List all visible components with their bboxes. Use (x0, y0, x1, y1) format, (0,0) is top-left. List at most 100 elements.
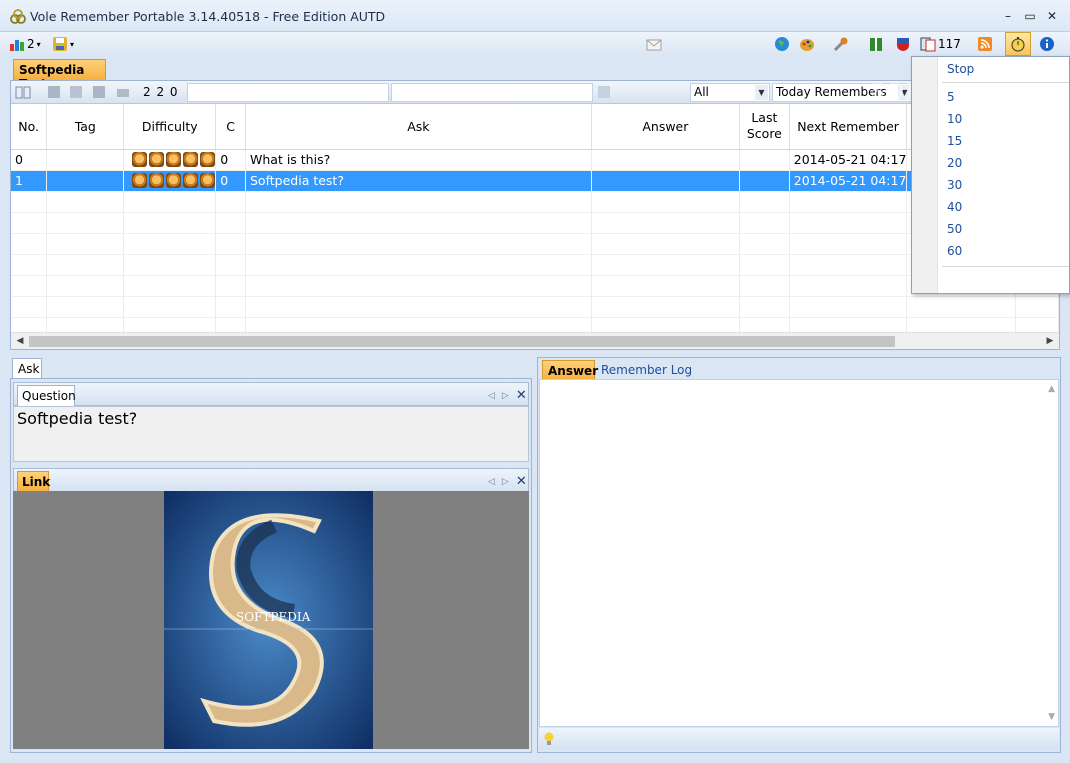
shield-icon[interactable] (895, 36, 911, 52)
col-header-c[interactable]: C (215, 104, 246, 150)
col-header-last-score[interactable]: Last Score (739, 104, 790, 150)
scroll-right-icon[interactable]: ▶ (1043, 334, 1057, 348)
cell-answer (591, 170, 741, 192)
prev-icon[interactable]: ◁ (488, 477, 495, 487)
add-card-icon[interactable] (46, 84, 62, 100)
menu-item-30[interactable]: 30 (947, 178, 962, 192)
empty-row (11, 317, 1059, 332)
prev-icon[interactable]: ◁ (488, 391, 495, 401)
mail-icon[interactable] (646, 36, 662, 52)
question-header: ◁ ▷ ✕ (13, 382, 529, 406)
timer-button[interactable] (1005, 32, 1031, 56)
tab-link[interactable]: Link (17, 471, 50, 491)
menu-item-60[interactable]: 60 (947, 244, 962, 258)
maximize-button[interactable]: ▭ (1022, 8, 1038, 24)
tools-icon[interactable] (833, 36, 849, 52)
scroll-down-icon[interactable]: ▼ (1048, 712, 1055, 722)
window-title: Vole Remember Portable 3.14.40518 - Free… (30, 9, 386, 24)
info-icon[interactable] (1039, 36, 1055, 52)
cell-no: 1 (11, 170, 48, 192)
delete-card-icon[interactable] (91, 84, 107, 100)
table-row-selected[interactable]: 1 0 Softpedia test? 2014-05-21 04:17 (11, 170, 1059, 192)
menu-item-50[interactable]: 50 (947, 222, 962, 236)
col-header-answer[interactable]: Answer (591, 104, 741, 150)
answer-textarea[interactable]: ▲ ▼ (539, 379, 1059, 727)
table-row[interactable]: 0 0 What is this? 2014-05-21 04:17 (11, 149, 1059, 171)
search-input-2[interactable] (391, 83, 593, 102)
filter-select-value: All (694, 85, 709, 99)
lightbulb-icon[interactable] (543, 732, 555, 746)
cards-icon (920, 37, 936, 52)
cell-c: 0 (215, 170, 246, 192)
tab-softpedia-test[interactable]: Softpedia Test (13, 59, 106, 91)
tiger-icon (149, 173, 165, 188)
scrollbar-thumb[interactable] (29, 336, 895, 347)
scroll-up-icon[interactable]: ▲ (1048, 384, 1055, 394)
empty-row (11, 275, 1059, 297)
book-open-icon[interactable] (15, 84, 31, 100)
stats-count: 2 (27, 37, 35, 51)
cell-next-remember: 2014-05-21 04:17 (789, 170, 908, 192)
chevron-down-icon: ▾ (36, 39, 41, 49)
horizontal-scrollbar[interactable]: ◀ ▶ (11, 332, 1059, 349)
notifications-button[interactable]: 117 (920, 35, 961, 53)
filter-icon[interactable] (596, 84, 612, 100)
scroll-left-icon[interactable]: ◀ (13, 334, 27, 348)
cards-grid: No. Tag Difficulty C Ask Answer Last Sco… (11, 104, 1059, 332)
col-header-no[interactable]: No. (11, 104, 48, 150)
close-icon[interactable]: ✕ (516, 388, 527, 403)
book-icon[interactable] (868, 36, 884, 52)
cell-difficulty (123, 170, 217, 192)
tiger-icon (200, 173, 215, 188)
menu-item-10[interactable]: 10 (947, 112, 962, 126)
cell-tag (46, 170, 125, 192)
cell-c: 0 (215, 149, 246, 171)
menu-item-stop[interactable]: Stop (947, 62, 974, 76)
globe-icon[interactable] (774, 36, 790, 52)
palette-icon[interactable] (799, 36, 815, 52)
tab-question[interactable]: Question (17, 385, 76, 406)
save-menu-button[interactable]: ▾ (52, 35, 74, 53)
question-text: Softpedia test? (13, 406, 529, 462)
tab-remember-log[interactable]: Remember Log (601, 363, 692, 377)
menu-separator (942, 82, 1069, 83)
tiger-icon (149, 152, 165, 167)
edit-card-icon[interactable] (68, 84, 84, 100)
cell-ask: What is this? (245, 149, 592, 171)
col-header-ask[interactable]: Ask (245, 104, 592, 150)
tab-answer[interactable]: Answer (542, 360, 598, 380)
menu-item-5[interactable]: 5 (947, 90, 955, 104)
tiger-icon (183, 173, 199, 188)
stats-button[interactable]: 2 ▾ (9, 35, 41, 53)
search-input[interactable] (187, 83, 389, 102)
chevron-down-icon[interactable]: ▼ (755, 85, 768, 100)
filter-select[interactable]: All ▼ (690, 83, 770, 102)
menu-item-40[interactable]: 40 (947, 200, 962, 214)
close-button[interactable]: ✕ (1044, 8, 1060, 24)
col-header-next-remember[interactable]: Next Remember (789, 104, 908, 150)
title-bar: Vole Remember Portable 3.14.40518 - Free… (0, 0, 1070, 32)
tiger-icon (166, 152, 182, 167)
print-icon[interactable] (115, 84, 131, 100)
rss-icon[interactable] (977, 36, 993, 52)
menu-item-20[interactable]: 20 (947, 156, 962, 170)
menu-gutter (912, 57, 938, 293)
link-header: ◁ ▷ ✕ (13, 468, 529, 492)
cell-no: 0 (11, 149, 48, 171)
minimize-button[interactable]: – (1000, 8, 1016, 24)
cell-tag (46, 149, 125, 171)
tiger-icon (166, 173, 182, 188)
next-icon[interactable]: ▷ (502, 477, 509, 487)
col-header-tag[interactable]: Tag (46, 104, 125, 150)
empty-row (11, 212, 1059, 234)
tab-ask[interactable]: Ask (12, 358, 42, 378)
difficulty-rating (128, 173, 215, 188)
cell-last-score (739, 170, 790, 192)
close-icon[interactable]: ✕ (516, 474, 527, 489)
main-toolbar: 2 ▾ ▾ 117 (0, 32, 1070, 56)
menu-item-15[interactable]: 15 (947, 134, 962, 148)
app-logo-icon (10, 9, 26, 24)
next-icon[interactable]: ▷ (502, 391, 509, 401)
col-header-difficulty[interactable]: Difficulty (123, 104, 217, 150)
stopwatch-icon (1011, 37, 1025, 52)
